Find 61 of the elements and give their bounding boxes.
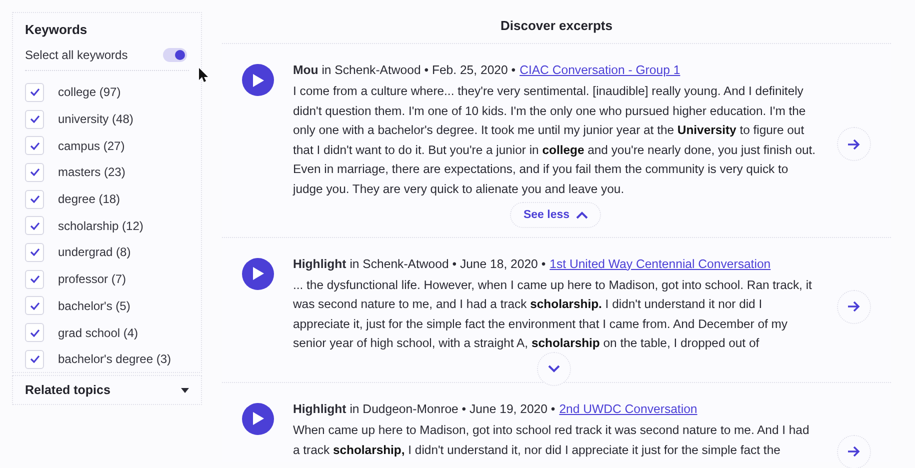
keyword-label: college (97) xyxy=(58,85,121,100)
keyword-label: degree (18) xyxy=(58,192,120,206)
keyword-label: scholarship (12) xyxy=(58,218,144,233)
keyword-label: grad school (4) xyxy=(58,326,138,340)
see-less-button[interactable]: See less xyxy=(510,202,601,228)
keyword-label: masters (23) xyxy=(58,165,126,180)
play-icon xyxy=(252,412,264,426)
chevron-up-icon xyxy=(576,210,588,219)
excerpt-text: ... the dysfunctional life. However, when I came up here to Madison, got into school. Ran track, it was second nature to me, and I had a track scholarship. I didn't understand it nor did I appreciate it, just for the simple fact the environment that I came from. And December of my senior year of high school, with a straight A, scholarship on the table, I dropped out of xyxy=(293,276,813,352)
keyword-checkbox[interactable] xyxy=(25,242,44,262)
keyword-checkbox[interactable] xyxy=(25,296,44,316)
keyword-checkbox[interactable] xyxy=(25,350,44,369)
select-all-toggle[interactable] xyxy=(163,48,187,62)
excerpt-meta: Highlight in Schenk-Atwood • June 18, 2020 • xyxy=(293,256,546,273)
excerpt-meta: Mou in Schenk-Atwood • Feb. 25, 2020 • xyxy=(293,62,516,79)
keyword-checkbox[interactable] xyxy=(25,190,44,209)
check-icon xyxy=(30,355,40,364)
play-button[interactable] xyxy=(242,64,274,96)
keyword-label: bachelor's degree (3) xyxy=(58,352,172,366)
caret-down-icon xyxy=(181,388,189,392)
arrow-right-icon xyxy=(848,301,860,312)
related-topics-toggle[interactable]: Related topics xyxy=(12,375,202,405)
check-icon xyxy=(30,248,40,256)
excerpt-meta: Highlight in Dudgeon-Monroe • June 19, 2020 • xyxy=(293,400,556,418)
check-icon xyxy=(30,302,40,310)
select-all-label: Select all keywords xyxy=(25,48,128,62)
check-icon xyxy=(30,222,40,230)
check-icon xyxy=(30,88,40,96)
panel-title: Keywords xyxy=(25,22,88,37)
keyword-checkbox[interactable] xyxy=(25,162,44,182)
keyword-checkbox[interactable] xyxy=(25,82,44,102)
check-icon xyxy=(30,195,40,204)
keyword-label: professor (7) xyxy=(58,272,126,286)
keyword-label: bachelor's (5) xyxy=(58,298,130,313)
play-button[interactable] xyxy=(242,402,274,435)
excerpt-text: When came up here to Madison, got into school red track it was second nature to me. And I had a track scholarship, I didn't understand it, nor did I appreciate it just for the simple fact the xyxy=(293,422,810,459)
conversation-link[interactable]: CIAC Conversation - Group 1 xyxy=(520,60,680,80)
conversation-link[interactable]: 1st United Way Centennial Conversation xyxy=(550,254,771,274)
excerpt-text: I come from a culture where... they're very sentimental. [inaudible] really young. And I definitely didn't question them. I'm one of 10 kids. I'm the only one who pursued higher education. I'm the only one with a bachelor's degree. It took me until my junior year at the University to figure out that I didn't want to do it. But you're a junior in college and you're nearly done, you just finish out. Even in marriage, there are expectations, and if you fail them the community is very quick to judge you. They are very quick to alienate you and leave you. xyxy=(293,83,817,198)
check-icon xyxy=(30,275,40,284)
check-icon xyxy=(30,168,40,176)
arrow-right-icon xyxy=(848,446,860,458)
section-title: Discover excerpts xyxy=(499,17,614,35)
keyword-checkbox[interactable] xyxy=(25,136,44,156)
keyword-checkbox[interactable] xyxy=(25,323,44,342)
keyword-checkbox[interactable] xyxy=(25,216,44,236)
play-button[interactable] xyxy=(242,258,274,290)
conversation-link[interactable]: 2nd UWDC Conversation xyxy=(559,398,698,419)
arrow-right-icon xyxy=(848,138,860,150)
keyword-checkbox[interactable] xyxy=(25,270,44,289)
keyword-checkbox[interactable] xyxy=(25,110,44,129)
check-icon xyxy=(30,115,40,124)
play-icon xyxy=(252,74,264,86)
check-icon xyxy=(30,328,40,337)
keyword-label: university (48) xyxy=(58,112,134,126)
keyword-label: campus (27) xyxy=(58,138,125,153)
play-icon xyxy=(252,267,264,280)
mouse-pointer-icon xyxy=(199,68,209,82)
chevron-down-icon xyxy=(548,364,560,373)
keyword-label: undergrad (8) xyxy=(58,245,131,260)
check-icon xyxy=(30,142,40,150)
